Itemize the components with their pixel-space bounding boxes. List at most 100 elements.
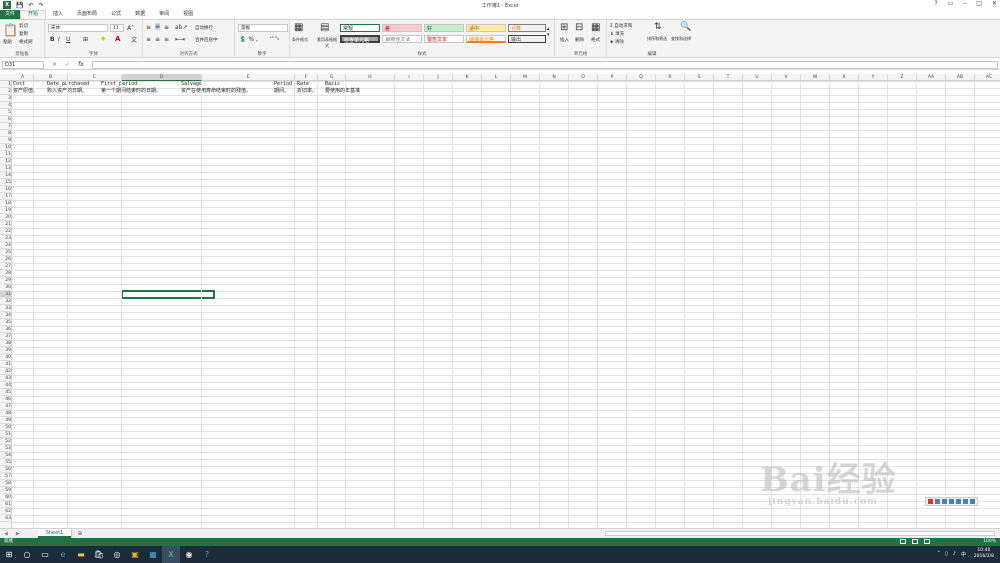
font-size-select[interactable]: 11 — [110, 24, 124, 32]
cell-a1[interactable]: Cost — [13, 81, 25, 88]
row-header-5[interactable]: 5 — [0, 109, 12, 116]
sort-filter-icon[interactable]: ⇅ — [654, 22, 662, 32]
search-icon[interactable]: ○ — [18, 546, 36, 563]
tab-file[interactable]: 文件 — [0, 10, 21, 19]
align-top-icon[interactable]: ≡ — [146, 24, 151, 31]
tab-page-layout[interactable]: 页面布局 — [70, 10, 104, 19]
cell-a2[interactable]: 资产原值。 — [13, 88, 38, 95]
row-header-47[interactable]: 47 — [0, 403, 12, 410]
close-button[interactable]: ✕ — [992, 0, 997, 7]
save-icon[interactable]: 💾 — [16, 2, 23, 9]
row-header-25[interactable]: 25 — [0, 249, 12, 256]
column-header-l[interactable]: L — [482, 74, 511, 81]
style-bad[interactable]: 差 — [382, 24, 422, 32]
task-view-icon[interactable]: ▭ — [36, 546, 54, 563]
row-header-19[interactable]: 19 — [0, 207, 12, 214]
row-header-23[interactable]: 23 — [0, 235, 12, 242]
insert-cells-button[interactable]: 插入 — [560, 37, 569, 43]
row-header-14[interactable]: 14 — [0, 172, 12, 179]
row-header-37[interactable]: 37 — [0, 333, 12, 340]
undo-icon[interactable]: ↶ — [28, 2, 33, 9]
app-icon[interactable]: ▣ — [126, 546, 144, 563]
align-right-icon[interactable]: ≡ — [164, 36, 169, 43]
italic-button[interactable]: I — [58, 36, 60, 43]
redo-icon[interactable]: ↷ — [39, 2, 44, 9]
row-header-34[interactable]: 34 — [0, 312, 12, 319]
row-header-60[interactable]: 60 — [0, 494, 12, 501]
style-normal[interactable]: 常规 — [340, 24, 380, 32]
cell-c2[interactable]: 第一个期间结束时的日期。 — [101, 88, 161, 95]
row-header-43[interactable]: 43 — [0, 375, 12, 382]
ime-toolbar[interactable] — [925, 497, 978, 506]
row-header-41[interactable]: 41 — [0, 361, 12, 368]
row-header-24[interactable]: 24 — [0, 242, 12, 249]
name-box[interactable]: D31 — [2, 60, 44, 69]
column-header-v[interactable]: V — [772, 74, 801, 81]
column-header-m[interactable]: M — [511, 74, 540, 81]
row-header-51[interactable]: 51 — [0, 431, 12, 438]
column-header-b[interactable]: B — [34, 74, 68, 81]
column-header-ac[interactable]: AC — [975, 74, 1000, 81]
ime-moon-icon[interactable] — [942, 499, 947, 504]
cell-f2[interactable]: 折旧率。 — [297, 88, 317, 95]
column-header-ab[interactable]: AB — [946, 74, 975, 81]
row-header-2[interactable]: 2 — [0, 88, 12, 95]
row-header-20[interactable]: 20 — [0, 214, 12, 221]
align-left-icon[interactable]: ≡ — [146, 36, 151, 43]
row-header-56[interactable]: 56 — [0, 466, 12, 473]
format-cells-button[interactable]: 格式 — [591, 37, 600, 43]
ime-tray-icon[interactable]: 中 — [961, 551, 966, 558]
format-table-icon[interactable]: ▤ — [320, 22, 329, 33]
indent-icon[interactable]: ⇤⇥ — [175, 36, 185, 43]
cell-f1[interactable]: Rate — [297, 81, 309, 88]
tab-home[interactable]: 开始 — [20, 10, 47, 19]
normal-view-icon[interactable] — [900, 539, 906, 544]
column-header-k[interactable]: K — [453, 74, 482, 81]
conditional-format-icon[interactable]: ▦ — [294, 22, 303, 33]
chrome-icon[interactable]: ◎ — [108, 546, 126, 563]
store-icon[interactable]: 🛍 — [90, 546, 108, 563]
row-header-17[interactable]: 17 — [0, 193, 12, 200]
tab-review[interactable]: 审阅 — [152, 10, 176, 19]
clock[interactable]: 10:40 2016/2/8 — [974, 548, 994, 560]
find-select-button[interactable]: 查找和选择 — [671, 36, 691, 42]
clear-button[interactable]: ◈ 清除 — [610, 39, 624, 45]
style-output[interactable]: 输出 — [508, 35, 546, 43]
cell-b1[interactable]: Date_purchased — [47, 81, 89, 88]
merge-center-button[interactable]: 合并后居中 — [195, 37, 218, 43]
sheet-next-icon[interactable]: ▶ — [12, 531, 24, 537]
cell-e2[interactable]: 期间。 — [274, 88, 289, 95]
number-format-select[interactable]: 常规 — [238, 24, 288, 32]
row-header-38[interactable]: 38 — [0, 340, 12, 347]
cell-e1[interactable]: Period — [274, 81, 292, 88]
cell-g2[interactable]: 要使用的年基准 — [325, 88, 360, 95]
font-color-icon[interactable]: A — [115, 35, 120, 43]
ime-tools-icon[interactable] — [970, 499, 975, 504]
column-header-u[interactable]: U — [743, 74, 772, 81]
row-header-11[interactable]: 11 — [0, 151, 12, 158]
style-calculation[interactable]: 计算 — [508, 24, 546, 32]
row-header-1[interactable]: 1 — [0, 81, 12, 88]
row-header-62[interactable]: 62 — [0, 508, 12, 515]
format-cells-icon[interactable]: ▦ — [591, 22, 600, 33]
insert-cells-icon[interactable]: ⊞ — [560, 22, 568, 33]
row-header-28[interactable]: 28 — [0, 270, 12, 277]
row-header-22[interactable]: 22 — [0, 228, 12, 235]
row-header-10[interactable]: 10 — [0, 144, 12, 151]
tray-up-icon[interactable]: ˄ — [938, 551, 941, 558]
column-header-p[interactable]: P — [598, 74, 627, 81]
volume-icon[interactable]: ♪ — [953, 551, 956, 558]
ime-punct-icon[interactable] — [949, 499, 954, 504]
format-painter-button[interactable]: 格式刷 — [19, 39, 33, 45]
row-header-6[interactable]: 6 — [0, 116, 12, 123]
app2-icon[interactable]: ◉ — [180, 546, 198, 563]
column-header-d[interactable]: D — [122, 74, 202, 81]
help-app-icon[interactable]: ? — [198, 546, 216, 563]
row-header-9[interactable]: 9 — [0, 137, 12, 144]
horizontal-scrollbar[interactable] — [605, 531, 995, 536]
style-good[interactable]: 好 — [424, 24, 464, 32]
help-icon[interactable]: ? — [934, 0, 937, 7]
network-icon[interactable]: ▯ — [945, 551, 948, 558]
row-header-8[interactable]: 8 — [0, 130, 12, 137]
underline-button[interactable]: U — [66, 36, 70, 43]
